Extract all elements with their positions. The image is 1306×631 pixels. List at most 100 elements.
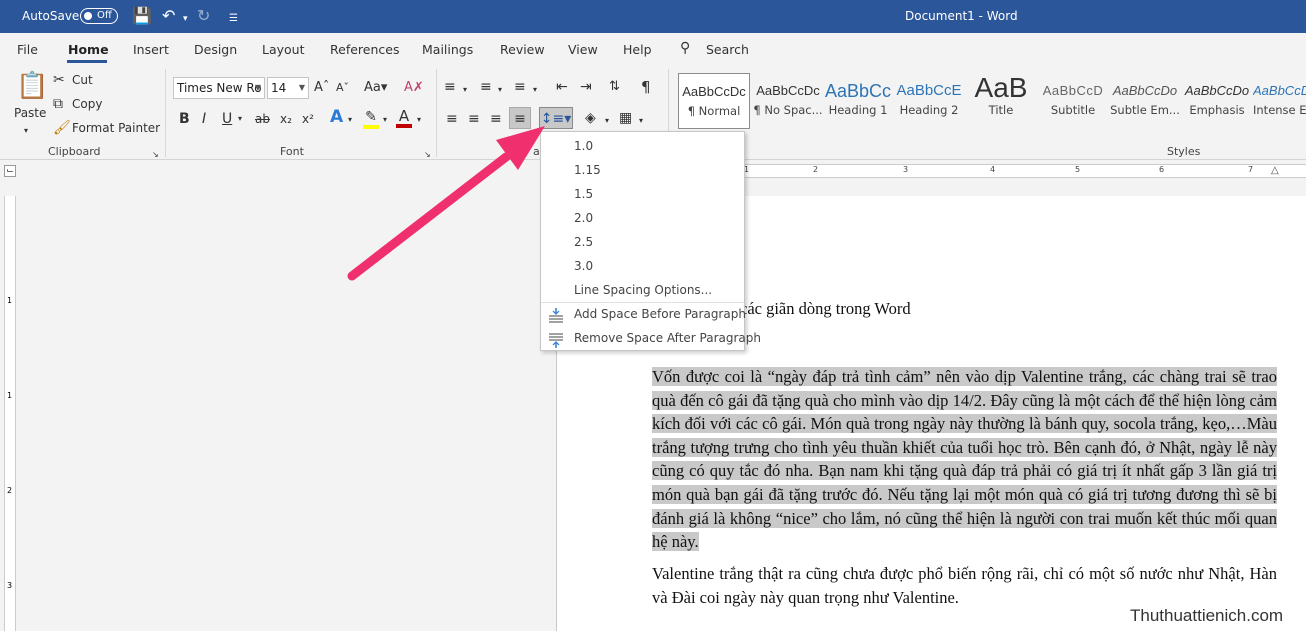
cut-button[interactable]: Cut (72, 73, 93, 87)
line-spacing-option-1-0[interactable]: 1.0 (574, 139, 593, 153)
bold-icon[interactable]: B (179, 111, 190, 127)
undo-dropdown-icon[interactable]: ▾ (183, 9, 188, 29)
tab-insert[interactable]: Insert (133, 42, 169, 57)
style-no-spacing[interactable]: AaBbCcDc ¶ No Spac... (752, 73, 824, 129)
autosave-toggle[interactable]: Off (80, 8, 118, 24)
right-indent-marker-icon[interactable]: △ (1271, 166, 1279, 176)
redo-icon[interactable]: ↻ (197, 6, 210, 26)
chevron-down-icon: ▼ (298, 83, 305, 92)
font-family-combo[interactable]: Times New Ro ▼ (173, 77, 265, 99)
tab-home[interactable]: Home (68, 42, 109, 57)
paragraph-1[interactable]: Vốn được coi là “ngày đáp trả tình cảm” … (652, 365, 1277, 554)
tab-mailings[interactable]: Mailings (422, 42, 473, 57)
search-box[interactable]: Search (706, 42, 749, 57)
font-color-icon[interactable]: A (396, 108, 412, 128)
highlight-dropdown-icon[interactable]: ▾ (383, 112, 387, 128)
italic-icon[interactable]: I (202, 111, 206, 127)
text-effects-dropdown-icon[interactable]: ▾ (348, 112, 352, 128)
styles-group-label: Styles (1167, 145, 1201, 158)
undo-icon[interactable]: ↶ (162, 6, 175, 26)
justify-icon[interactable]: ≡ (509, 107, 531, 129)
borders-icon[interactable]: ▦ (619, 110, 632, 126)
highlight-icon[interactable]: ✎ (363, 109, 379, 129)
line-spacing-icon[interactable]: ↕≡▾ (539, 107, 573, 129)
style-emphasis[interactable]: AaBbCcDo Emphasis (1181, 73, 1253, 129)
tab-references[interactable]: References (330, 42, 399, 57)
underline-icon[interactable]: U (222, 111, 232, 127)
style-heading-1[interactable]: AaBbCc Heading 1 (822, 73, 894, 129)
paste-dropdown-icon[interactable]: ▾ (24, 123, 28, 139)
change-case-icon[interactable]: Aa▾ (364, 80, 387, 96)
paragraph-2[interactable]: Valentine trắng thật ra cũng chưa được p… (652, 562, 1277, 609)
style-heading-2[interactable]: AaBbCcE Heading 2 (893, 73, 965, 129)
text-effects-icon[interactable]: A (330, 109, 343, 126)
shading-dropdown-icon[interactable]: ▾ (605, 113, 609, 129)
align-center-icon[interactable]: ≡ (468, 111, 480, 127)
clear-formatting-icon[interactable]: A✗ (404, 80, 424, 96)
underline-dropdown-icon[interactable]: ▾ (238, 111, 242, 127)
paste-icon[interactable]: 📋 (16, 71, 48, 101)
copy-icon: ⧉ (53, 96, 63, 112)
font-size-combo[interactable]: 14 ▼ (267, 77, 309, 99)
separator (436, 69, 437, 157)
borders-dropdown-icon[interactable]: ▾ (639, 113, 643, 129)
paste-button[interactable]: Paste (14, 106, 46, 120)
remove-space-after-item[interactable]: Remove Space After Paragraph (574, 331, 761, 345)
subscript-icon[interactable]: x₂ (280, 111, 292, 127)
line-spacing-option-3-0[interactable]: 3.0 (574, 259, 593, 273)
shading-icon[interactable]: ◈ (585, 110, 596, 126)
line-spacing-option-2-0[interactable]: 2.0 (574, 211, 593, 225)
style-name: Heading 1 (828, 103, 888, 117)
style-intense-emphasis[interactable]: AaBbCcDo Intense E (1253, 73, 1306, 129)
style-title[interactable]: AaB Title (965, 73, 1037, 129)
customize-qat-icon[interactable]: ☰ (229, 9, 238, 29)
numbering-icon[interactable]: ≡ (480, 79, 492, 95)
style-normal[interactable]: AaBbCcDc ¶ Normal (678, 73, 750, 129)
style-subtle-emphasis[interactable]: AaBbCcDo Subtle Em... (1109, 73, 1181, 129)
numbering-dropdown-icon[interactable]: ▾ (498, 82, 502, 98)
clipboard-group-label: Clipboard (48, 145, 101, 158)
tab-help[interactable]: Help (623, 42, 652, 57)
align-right-icon[interactable]: ≡ (490, 111, 502, 127)
save-icon[interactable]: 💾 (132, 6, 152, 26)
align-left-icon[interactable]: ≡ (446, 111, 458, 127)
line-spacing-options-item[interactable]: Line Spacing Options... (574, 283, 712, 297)
tab-review[interactable]: Review (500, 42, 545, 57)
tab-selector-icon[interactable]: ⌙ (4, 165, 16, 177)
add-space-before-item[interactable]: Add Space Before Paragraph (574, 307, 746, 321)
selected-text: Vốn được coi là “ngày đáp trả tình cảm” … (652, 367, 1277, 552)
tab-file[interactable]: File (17, 42, 38, 57)
tab-design[interactable]: Design (194, 42, 237, 57)
document-heading: các giãn dòng trong Word (740, 299, 911, 318)
bullets-dropdown-icon[interactable]: ▾ (463, 82, 467, 98)
tab-view[interactable]: View (568, 42, 598, 57)
increase-indent-icon[interactable]: ⇥ (580, 79, 592, 95)
copy-button[interactable]: Copy (72, 97, 102, 111)
sort-icon[interactable]: ⇅ (609, 79, 620, 95)
style-preview: AaBbCcDo (1184, 83, 1250, 98)
vertical-ruler[interactable]: 1 1 2 3 (4, 196, 16, 631)
show-formatting-marks-icon[interactable]: ¶ (641, 79, 651, 95)
multilevel-list-icon[interactable]: ≡ (514, 79, 526, 95)
style-name: Subtitle (1050, 103, 1096, 117)
format-painter-button[interactable]: Format Painter (72, 121, 160, 135)
shrink-font-icon[interactable]: Aˇ (336, 80, 349, 96)
style-preview: AaBbCcD (1042, 83, 1104, 98)
tab-layout[interactable]: Layout (262, 42, 305, 57)
style-preview: AaB (974, 73, 1028, 103)
strikethrough-icon[interactable]: ab (255, 111, 270, 127)
separator (165, 69, 166, 157)
line-spacing-option-1-5[interactable]: 1.5 (574, 187, 593, 201)
font-color-dropdown-icon[interactable]: ▾ (417, 112, 421, 128)
grow-font-icon[interactable]: Aˆ (314, 80, 329, 96)
bullets-icon[interactable]: ≡ (444, 79, 456, 95)
line-spacing-option-1-15[interactable]: 1.15 (574, 163, 601, 177)
style-subtitle[interactable]: AaBbCcD Subtitle (1037, 73, 1109, 129)
style-name: Intense E (1253, 103, 1306, 117)
multilevel-dropdown-icon[interactable]: ▾ (533, 82, 537, 98)
autosave-label: AutoSave (22, 9, 80, 23)
line-spacing-option-2-5[interactable]: 2.5 (574, 235, 593, 249)
decrease-indent-icon[interactable]: ⇤ (556, 79, 568, 95)
style-name: Heading 2 (899, 103, 959, 117)
superscript-icon[interactable]: x² (302, 111, 314, 127)
